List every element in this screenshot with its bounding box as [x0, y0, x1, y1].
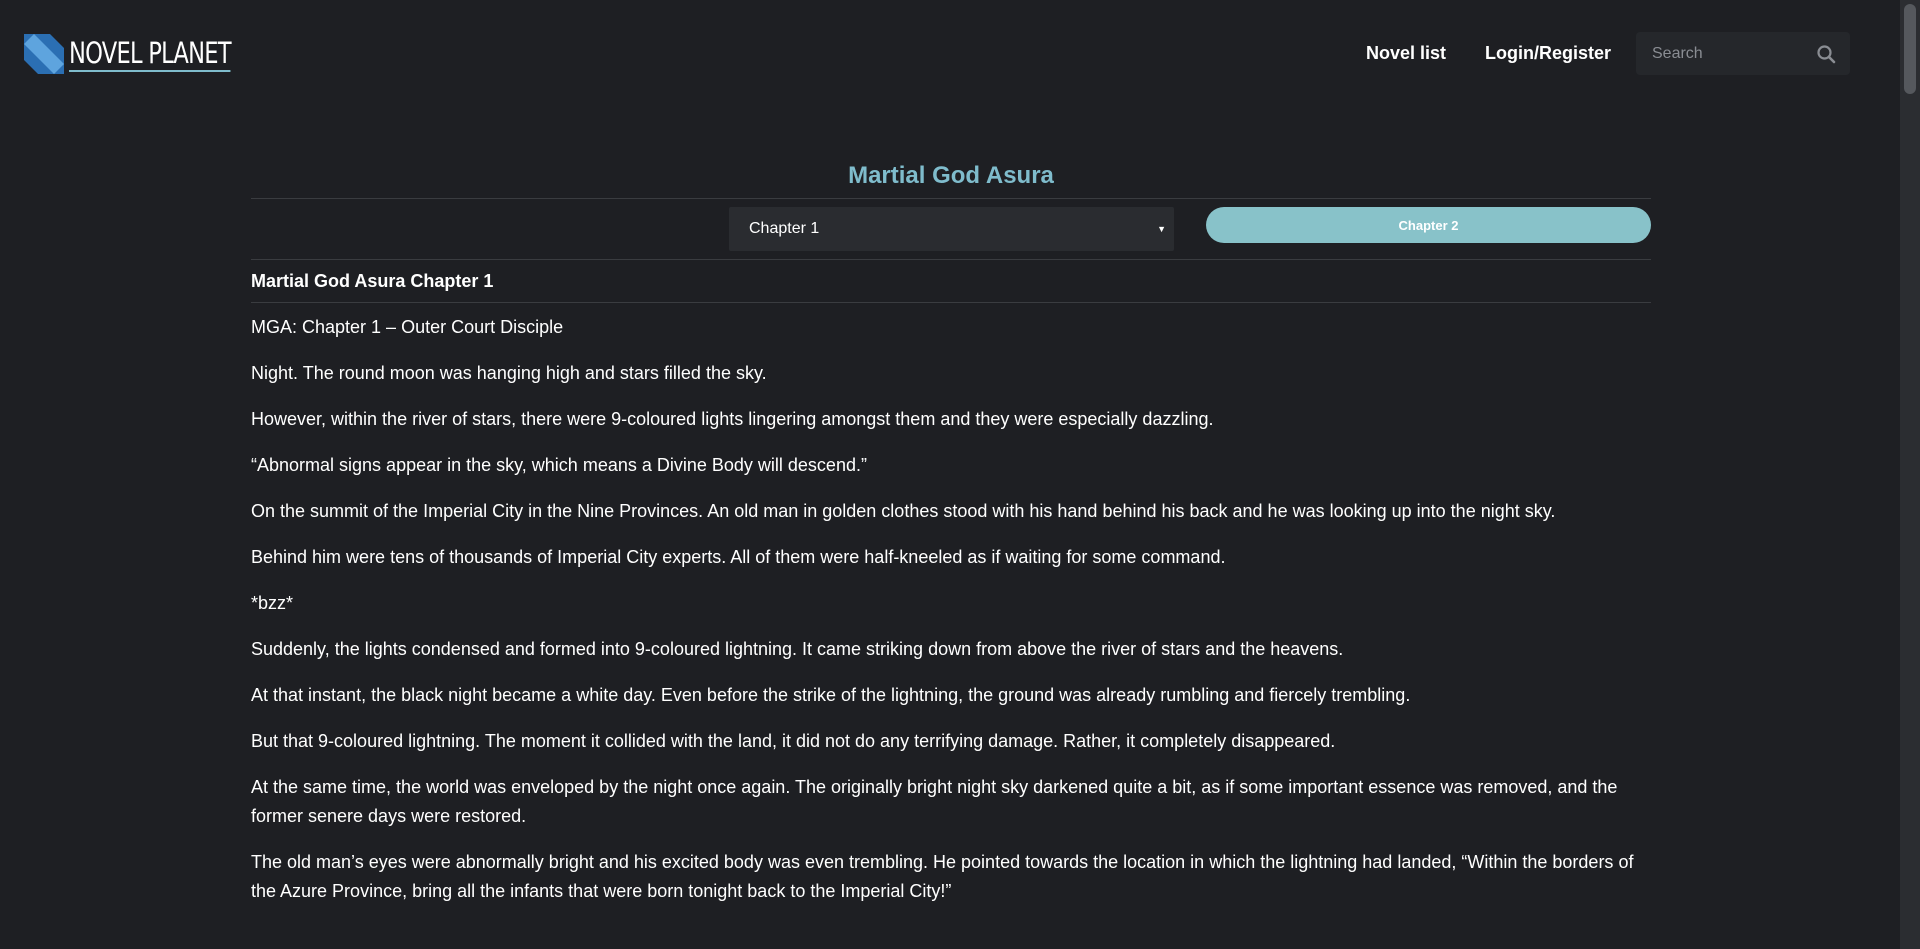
page: NOVEL PLANET Novel list Login/Register M… — [0, 0, 1900, 949]
chapter-paragraph: “Abnormal signs appear in the sky, which… — [251, 455, 867, 475]
chapter-paragraph: Behind him were tens of thousands of Imp… — [251, 547, 1226, 567]
search-input[interactable] — [1636, 43, 1816, 64]
chapter-paragraph: *bzz* — [251, 593, 294, 613]
chapter-heading: Martial God Asura Chapter 1 — [251, 260, 1651, 303]
nav-login-register[interactable]: Login/Register — [1485, 40, 1611, 66]
scrollbar-thumb[interactable] — [1904, 4, 1916, 94]
page-scrollbar[interactable] — [1900, 0, 1920, 949]
nav-novel-list[interactable]: Novel list — [1366, 40, 1446, 66]
chapter-select-value: Chapter 1 — [749, 220, 820, 237]
chapter-select[interactable]: Chapter 1 ▼ — [729, 207, 1174, 251]
site-header: NOVEL PLANET Novel list Login/Register — [0, 0, 1900, 108]
search-box — [1636, 32, 1850, 75]
search-icon[interactable] — [1816, 44, 1836, 64]
chapter-body: MGA: Chapter 1 – Outer Court Disciple Ni… — [251, 303, 1651, 906]
chapter-paragraph: Night. The round moon was hanging high a… — [251, 363, 767, 383]
logo-text: NOVEL PLANET — [69, 36, 232, 72]
logo-mark-icon — [24, 34, 64, 74]
chapter-paragraph: However, within the river of stars, ther… — [251, 409, 1214, 429]
novel-title[interactable]: Martial God Asura — [251, 160, 1651, 199]
chapter-paragraph: But that 9-coloured lightning. The momen… — [251, 731, 1336, 751]
chapter-paragraph: At the same time, the world was envelope… — [251, 777, 1618, 826]
chapter-paragraph: Suddenly, the lights condensed and forme… — [251, 639, 1344, 659]
dropdown-arrow-icon: ▼ — [1157, 224, 1166, 234]
chapter-paragraph: MGA: Chapter 1 – Outer Court Disciple — [251, 317, 564, 337]
chapter-navigation: Chapter 1 ▼ Chapter 2 — [251, 199, 1651, 260]
chapter-content: Martial God Asura Chapter 1 ▼ Chapter 2 … — [251, 160, 1651, 923]
site-logo[interactable]: NOVEL PLANET — [24, 34, 276, 74]
chapter-paragraph: At that instant, the black night became … — [251, 685, 1411, 705]
next-chapter-button[interactable]: Chapter 2 — [1206, 207, 1651, 243]
chapter-paragraph: The old man’s eyes were abnormally brigh… — [251, 852, 1634, 901]
chapter-paragraph: On the summit of the Imperial City in th… — [251, 501, 1556, 521]
main-nav: Novel list Login/Register — [1366, 40, 1650, 66]
